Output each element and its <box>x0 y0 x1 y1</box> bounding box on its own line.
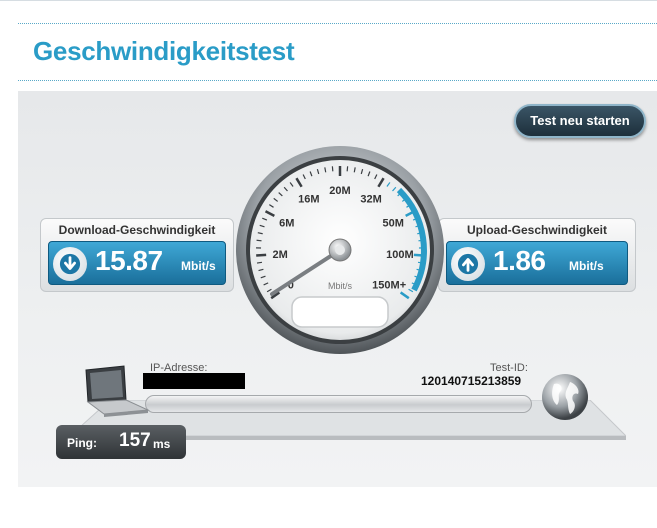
arrow-up-icon <box>451 247 485 281</box>
download-value: 15.87 <box>95 245 163 276</box>
download-speed-bar: 15.87 Mbit/s <box>48 241 226 285</box>
gauge-unit: Mbit/s <box>328 281 353 291</box>
gauge-tick <box>256 239 262 242</box>
gauge-tick-label: 100M <box>386 249 414 261</box>
laptop-icon <box>85 365 150 417</box>
title-divider-bottom <box>18 80 657 81</box>
upload-label: Upload-Geschwindigkeit <box>466 223 607 237</box>
gauge-tick <box>417 261 424 264</box>
ping-label: Ping: <box>67 436 97 450</box>
top-rule <box>0 0 657 3</box>
speed-gauge: 02M6M16M20M32M50M100M150M+ Mbit/s <box>236 146 444 354</box>
download-unit: Mbit/s <box>181 259 216 273</box>
speedtest-page: Geschwindigkeitstest Test neu starten Do… <box>0 0 657 528</box>
gauge-tick-label: 150M+ <box>372 279 406 291</box>
page-title: Geschwindigkeitstest <box>33 36 295 66</box>
gauge-tick-label: 16M <box>298 194 319 206</box>
upload-value: 1.86 <box>493 245 546 276</box>
gauge-tick <box>256 261 263 264</box>
gauge-tick <box>256 253 267 257</box>
ip-address-redacted <box>143 373 245 389</box>
gauge-tick <box>418 239 424 242</box>
gauge-tick-label: 50M <box>383 217 404 229</box>
arrow-down-icon <box>53 247 87 281</box>
upload-speed-bar: 1.86 Mbit/s <box>446 241 628 285</box>
connection-pipe <box>145 395 532 413</box>
gauge-tick-label: 6M <box>279 217 294 229</box>
ping-unit: ms <box>153 437 171 451</box>
download-label: Download-Geschwindigkeit <box>58 223 216 237</box>
gauge-tick <box>413 253 424 257</box>
title-divider-top <box>18 23 657 24</box>
download-speed-box: Download-Geschwindigkeit 15.87 Mbit/s <box>40 218 234 292</box>
globe-icon <box>542 374 588 420</box>
ping-value: 157 <box>119 430 151 451</box>
test-id-label: Test-ID: <box>490 362 528 374</box>
test-id-value: 120140715213859 <box>421 374 522 388</box>
ping-box: Ping: 157 ms <box>56 425 186 459</box>
upload-unit: Mbit/s <box>569 259 604 273</box>
gauge-hub-cap <box>335 245 345 255</box>
gauge-readout-window <box>291 296 389 328</box>
upload-speed-box: Upload-Geschwindigkeit 1.86 Mbit/s <box>438 218 636 292</box>
restart-test-button[interactable]: Test neu starten <box>514 104 646 138</box>
gauge-tick-label: 20M <box>329 185 350 197</box>
gauge-tick-label: 2M <box>272 249 287 261</box>
gauge-tick-label: 32M <box>360 194 381 206</box>
